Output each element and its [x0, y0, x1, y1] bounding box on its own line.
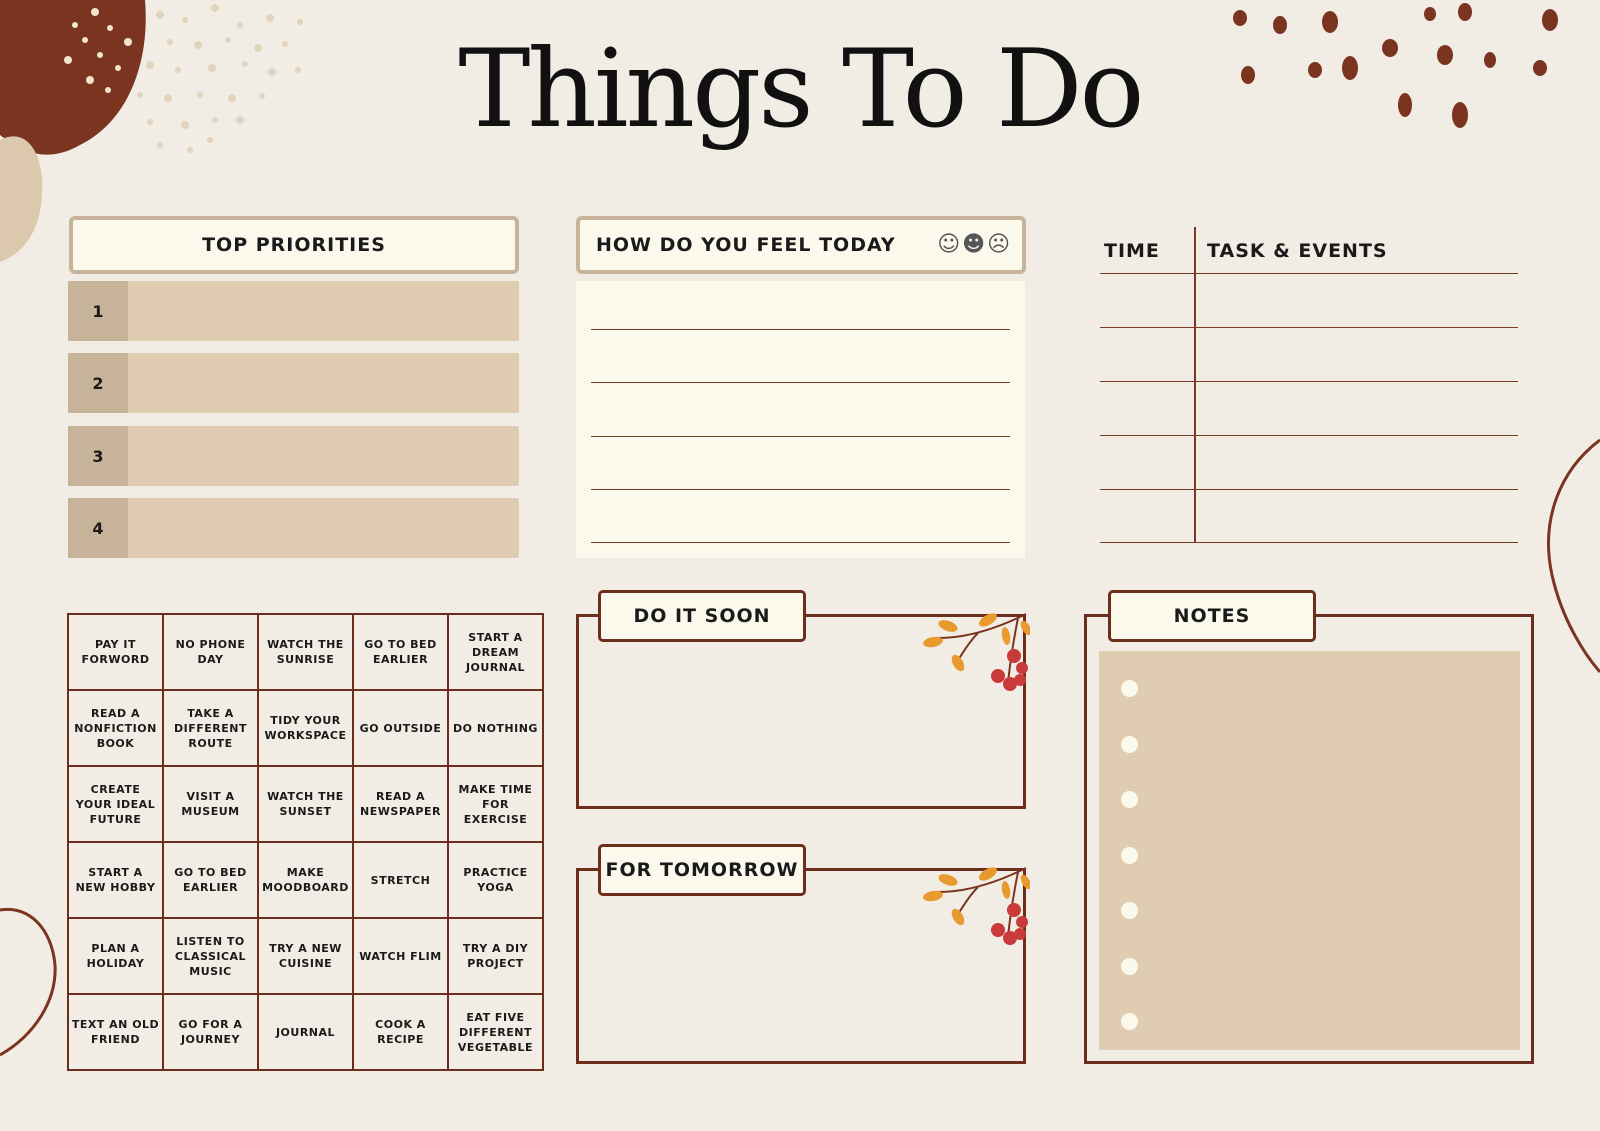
for-tomorrow-heading: FOR TOMORROW: [605, 859, 799, 881]
sad-face-icon[interactable]: ☹: [987, 232, 1012, 257]
schedule-row-line: [1100, 542, 1518, 543]
top-priorities-header: TOP PRIORITIES: [69, 216, 519, 274]
bingo-cell[interactable]: LISTEN TO CLASSICAL MUSIC: [162, 917, 259, 995]
bingo-cell[interactable]: GO TO BED EARLIER: [352, 613, 449, 691]
bingo-cell[interactable]: CREATE YOUR IDEAL FUTURE: [67, 765, 164, 843]
schedule-row-line: [1100, 381, 1518, 382]
priority-row[interactable]: 2: [68, 353, 519, 413]
bingo-cell[interactable]: WATCH FLIM: [352, 917, 449, 995]
schedule-row-line: [1100, 327, 1518, 328]
schedule-divider: [1194, 227, 1196, 543]
bullet-dot: [1121, 958, 1138, 975]
bingo-cell[interactable]: PLAN A HOLIDAY: [67, 917, 164, 995]
schedule-row-line: [1100, 435, 1518, 436]
bingo-cell[interactable]: COOK A RECIPE: [352, 993, 449, 1071]
bingo-cell[interactable]: WATCH THE SUNSET: [257, 765, 354, 843]
bingo-cell[interactable]: JOURNAL: [257, 993, 354, 1071]
bingo-cell[interactable]: PRACTICE YOGA: [447, 841, 544, 919]
feel-today-heading: HOW DO YOU FEEL TODAY: [596, 234, 896, 256]
time-column-heading: TIME: [1104, 240, 1160, 262]
bingo-row: PAY IT FORWORD NO PHONE DAY WATCH THE SUNR…: [67, 613, 544, 691]
bingo-cell[interactable]: DO NOTHING: [447, 689, 544, 767]
writing-line: [591, 542, 1010, 543]
bingo-cell[interactable]: READ A NEWSPAPER: [352, 765, 449, 843]
bullet-dot: [1121, 680, 1138, 697]
bingo-cell[interactable]: MAKE TIME FOR EXERCISE: [447, 765, 544, 843]
priority-number: 1: [68, 281, 128, 341]
priority-row[interactable]: 4: [68, 498, 519, 558]
neutral-face-icon[interactable]: ☻: [962, 232, 987, 257]
berry-branch-illustration: [923, 867, 1030, 945]
bingo-cell[interactable]: TIDY YOUR WORKSPACE: [257, 689, 354, 767]
bingo-cell[interactable]: EAT FIVE DIFFERENT VEGETABLE: [447, 993, 544, 1071]
bingo-cell[interactable]: MAKE MOODBOARD: [257, 841, 354, 919]
bingo-cell[interactable]: GO TO BED EARLIER: [162, 841, 259, 919]
feel-today-header: HOW DO YOU FEEL TODAY ☺☻☹: [576, 216, 1026, 274]
bingo-cell[interactable]: GO OUTSIDE: [352, 689, 449, 767]
bullet-dot: [1121, 791, 1138, 808]
bingo-row: PLAN A HOLIDAY LISTEN TO CLASSICAL MUSIC T…: [67, 917, 544, 995]
happy-face-icon[interactable]: ☺: [937, 232, 962, 257]
priority-row[interactable]: 3: [68, 426, 519, 486]
for-tomorrow-tab: FOR TOMORROW: [598, 844, 806, 896]
bingo-cell[interactable]: TRY A NEW CUISINE: [257, 917, 354, 995]
bullet-dot: [1121, 847, 1138, 864]
notes-tab: NOTES: [1108, 590, 1316, 642]
bingo-cell[interactable]: READ A NONFICTION BOOK: [67, 689, 164, 767]
berry-branch-illustration: [923, 613, 1030, 691]
bingo-cell[interactable]: PAY IT FORWORD: [67, 613, 164, 691]
priority-number: 3: [68, 426, 128, 486]
writing-line: [591, 489, 1010, 490]
bullet-dot: [1121, 1013, 1138, 1030]
bingo-row: TEXT AN OLD FRIEND GO FOR A JOURNEY JOURNA…: [67, 993, 544, 1071]
bingo-cell[interactable]: START A NEW HOBBY: [67, 841, 164, 919]
writing-line: [591, 436, 1010, 437]
bingo-cell[interactable]: START A DREAM JOURNAL: [447, 613, 544, 691]
writing-line: [591, 382, 1010, 383]
bingo-cell[interactable]: TAKE A DIFFERENT ROUTE: [162, 689, 259, 767]
top-priorities-heading: TOP PRIORITIES: [202, 234, 386, 256]
bingo-row: CREATE YOUR IDEAL FUTURE VISIT A MUSEUM WA…: [67, 765, 544, 843]
do-it-soon-heading: DO IT SOON: [633, 605, 771, 627]
schedule-row-line: [1100, 273, 1518, 274]
bingo-cell[interactable]: VISIT A MUSEUM: [162, 765, 259, 843]
activity-bingo-grid: PAY IT FORWORD NO PHONE DAY WATCH THE SUNR…: [67, 613, 544, 1071]
schedule-row-line: [1100, 489, 1518, 490]
bingo-cell[interactable]: TRY A DIY PROJECT: [447, 917, 544, 995]
bingo-cell[interactable]: WATCH THE SUNRISE: [257, 613, 354, 691]
notes-area[interactable]: [1099, 651, 1520, 1050]
bingo-row: START A NEW HOBBY GO TO BED EARLIER MAKE M…: [67, 841, 544, 919]
task-events-column-heading: TASK & EVENTS: [1207, 240, 1388, 262]
bingo-cell[interactable]: TEXT AN OLD FRIEND: [67, 993, 164, 1071]
notes-heading: NOTES: [1173, 605, 1251, 627]
writing-line: [591, 329, 1010, 330]
priority-row[interactable]: 1: [68, 281, 519, 341]
feel-today-writing-area[interactable]: [576, 281, 1025, 558]
priority-number: 2: [68, 353, 128, 413]
bingo-cell[interactable]: GO FOR A JOURNEY: [162, 993, 259, 1071]
bullet-dot: [1121, 902, 1138, 919]
page-title: Things To Do: [458, 27, 1144, 152]
do-it-soon-tab: DO IT SOON: [598, 590, 806, 642]
bingo-cell[interactable]: NO PHONE DAY: [162, 613, 259, 691]
bullet-dot: [1121, 736, 1138, 753]
priority-number: 4: [68, 498, 128, 558]
bingo-cell[interactable]: STRETCH: [352, 841, 449, 919]
bingo-row: READ A NONFICTION BOOK TAKE A DIFFERENT R…: [67, 689, 544, 767]
